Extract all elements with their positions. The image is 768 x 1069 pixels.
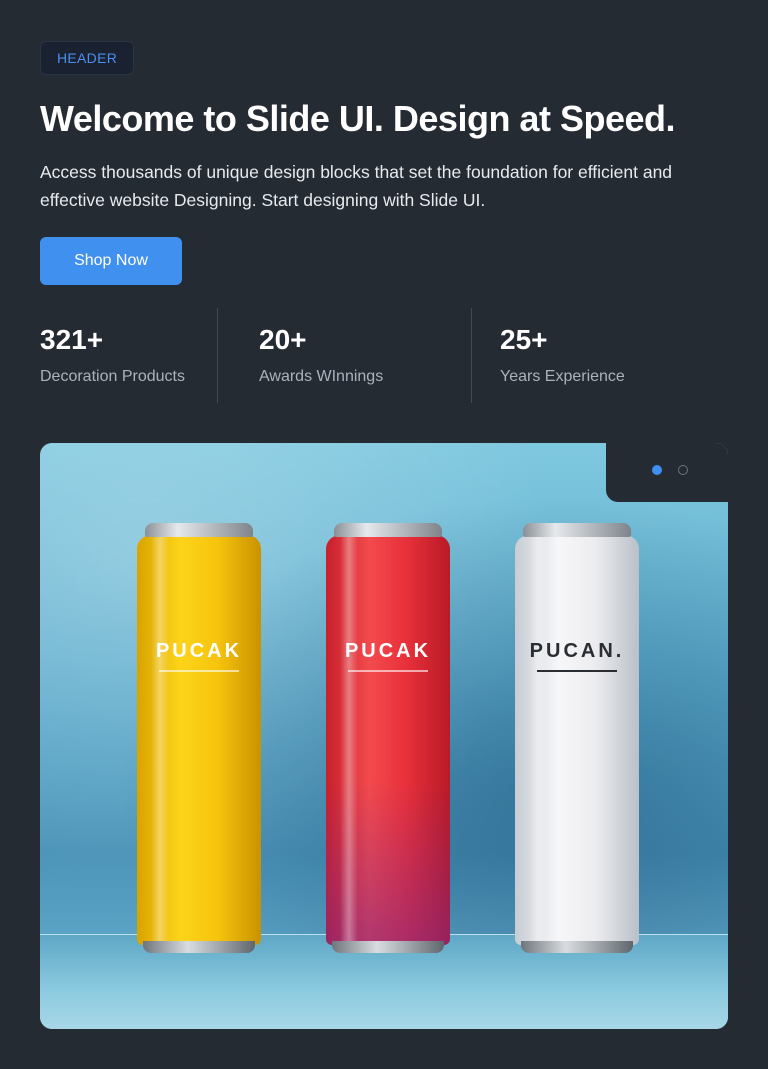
can-lid <box>523 523 631 537</box>
can-lid <box>145 523 253 537</box>
page-title: Welcome to Slide UI. Design at Speed. <box>40 98 675 139</box>
page-description: Access thousands of unique design blocks… <box>40 162 673 210</box>
header-badge: HEADER <box>40 41 135 75</box>
shop-now-button[interactable]: Shop Now <box>40 237 182 285</box>
stat-awards: 20+ Awards WInnings <box>259 322 383 388</box>
stat-value: 321+ <box>40 324 104 355</box>
hero-image: PUCAK PUCAK PUCAN. <box>40 443 728 1029</box>
carousel-dot-1[interactable] <box>652 465 662 475</box>
carousel-dot-2[interactable] <box>678 465 688 475</box>
can-brand-label: PUCAN. <box>529 640 625 662</box>
can-brand-label: PUCAK <box>155 640 243 662</box>
can-base <box>521 941 633 953</box>
stat-divider <box>217 308 218 403</box>
stat-label: Awards WInnings <box>259 368 384 385</box>
stat-value: 25+ <box>500 324 548 355</box>
can-lid <box>334 523 442 537</box>
can-shine <box>529 535 547 945</box>
stat-label: Decoration Products <box>40 368 185 385</box>
can-shine <box>340 535 358 945</box>
stats-row: 321+ Decoration Products 20+ Awards WInn… <box>0 308 768 404</box>
can-brand-label: PUCAK <box>344 640 432 662</box>
stat-value: 20+ <box>259 324 307 355</box>
stat-divider <box>471 308 472 403</box>
product-can-white: PUCAN. <box>515 523 639 953</box>
can-base <box>332 941 444 953</box>
can-label-rule <box>348 670 428 672</box>
carousel-dots <box>652 465 688 475</box>
stat-label: Years Experience <box>500 368 625 385</box>
can-shine <box>151 535 169 945</box>
can-label-rule <box>537 670 617 672</box>
product-can-yellow: PUCAK <box>137 523 261 953</box>
can-label-rule <box>159 670 239 672</box>
can-base <box>143 941 255 953</box>
carousel-notch <box>606 443 728 502</box>
product-can-red: PUCAK <box>326 523 450 953</box>
stat-decoration-products: 321+ Decoration Products <box>40 322 185 388</box>
stat-years-experience: 25+ Years Experience <box>500 322 625 388</box>
